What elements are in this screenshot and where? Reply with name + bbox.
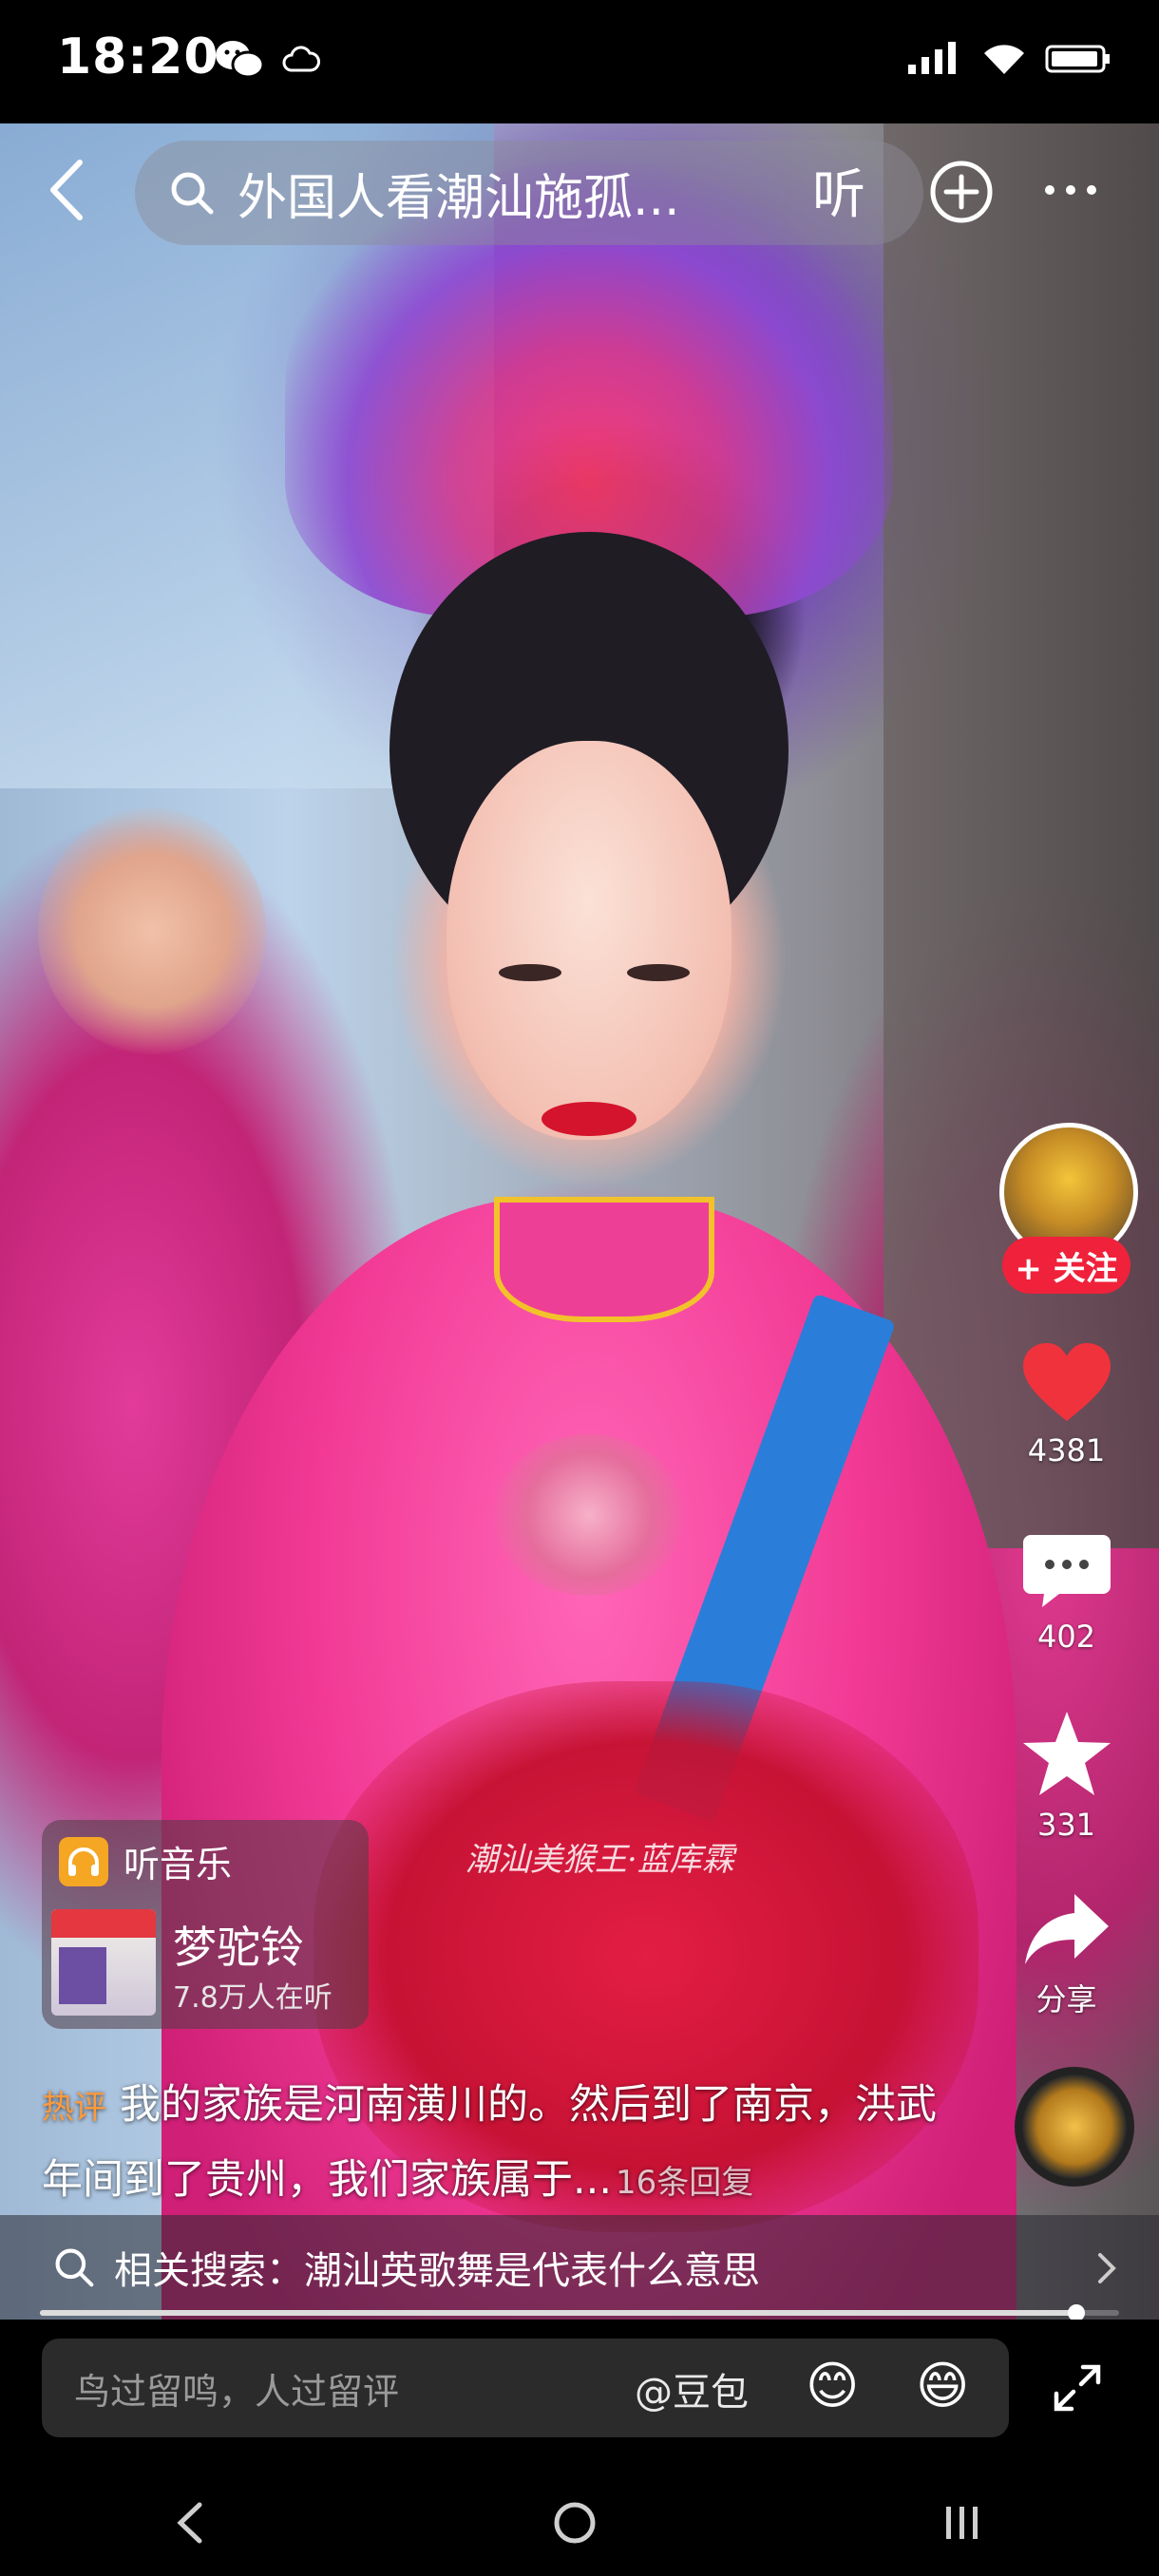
music-card[interactable]: 听音乐 梦驼铃 7.8万人在听 — [42, 1820, 369, 2029]
favorite-count: 331 — [1036, 1807, 1096, 1843]
dot-icon — [1045, 185, 1054, 195]
embroidery — [494, 1434, 684, 1596]
status-time: 18:20 — [57, 28, 219, 85]
video-progress-bar[interactable] — [40, 2304, 1119, 2321]
hot-comment[interactable]: 热评 我的家族是河南潢川的。然后到了南京，洪武年间到了贵州，我们家族属于... 16… — [42, 2069, 954, 2219]
nav-recents-icon[interactable] — [940, 2499, 988, 2547]
comment-placeholder: 鸟过留鸣，人过留评 — [74, 2370, 400, 2413]
search-query: 外国人看潮汕施孤... — [238, 169, 680, 227]
listen-button[interactable]: 听 — [812, 152, 865, 229]
search-bar[interactable]: 外国人看潮汕施孤... — [135, 141, 923, 245]
album-art-figure — [59, 1947, 106, 2004]
signal-icon — [908, 42, 956, 74]
music-listeners: 7.8万人在听 — [173, 1981, 332, 2015]
music-disc-icon[interactable] — [1015, 2067, 1134, 2187]
star-icon — [1022, 1712, 1111, 1795]
battery-icon — [1045, 45, 1110, 73]
nav-home-icon[interactable] — [551, 2499, 598, 2547]
search-icon — [55, 2248, 94, 2287]
chevron-left-icon — [50, 160, 83, 220]
comment-button[interactable]: 402 — [1007, 1531, 1126, 1655]
chevron-right-icon — [1098, 2253, 1116, 2283]
wifi-icon — [984, 45, 1024, 74]
right-eye — [627, 964, 690, 981]
expand-icon[interactable] — [1051, 2361, 1104, 2415]
share-label: 分享 — [1036, 1981, 1097, 2017]
back-button[interactable] — [38, 152, 95, 228]
cloud-icon — [282, 46, 320, 72]
music-card-label: 听音乐 — [124, 1844, 233, 1885]
reply-count[interactable]: 16条回复 — [616, 2164, 753, 2202]
more-options-button[interactable] — [1045, 171, 1121, 209]
like-count: 4381 — [1027, 1432, 1106, 1468]
mention-button[interactable]: @豆包 — [635, 2361, 749, 2416]
wechat-icon — [216, 41, 265, 79]
background-performer — [38, 807, 266, 1054]
music-title: 梦驼铃 — [173, 1922, 304, 1973]
comment-icon — [1022, 1535, 1111, 1607]
album-art-stripe — [51, 1909, 156, 1938]
emoji-smile-button[interactable]: 😊 — [806, 2358, 859, 2415]
add-circle-icon[interactable] — [929, 160, 994, 224]
favorite-button[interactable]: 331 — [1007, 1708, 1126, 1843]
status-bar: 18:20 — [0, 0, 1159, 123]
comment-input[interactable]: 鸟过留鸣，人过留评 — [42, 2339, 1009, 2437]
dot-icon — [1087, 185, 1096, 195]
emoji-laugh-button[interactable]: 😄 — [916, 2358, 969, 2415]
nav-back-icon[interactable] — [171, 2499, 209, 2547]
share-button[interactable]: 分享 — [1007, 1888, 1126, 2019]
status-icons — [214, 38, 320, 82]
like-button[interactable]: 4381 — [1007, 1339, 1126, 1468]
heart-icon — [1022, 1343, 1111, 1421]
system-nav-bar — [0, 2470, 1159, 2576]
hot-comment-tag: 热评 — [42, 2089, 106, 2127]
costume-collar — [494, 1197, 714, 1322]
status-right-icons — [906, 42, 1112, 76]
hot-comment-text: 我的家族是河南潢川的。然后到了南京，洪武年间到了贵州，我们家族属于... — [42, 2081, 937, 2204]
album-cover — [51, 1909, 156, 2016]
follow-button[interactable]: + 关注 — [1002, 1237, 1130, 1294]
lips — [542, 1102, 636, 1136]
share-arrow-icon — [1024, 1894, 1109, 1964]
video-watermark: 潮汕美猴王·蓝库霖 — [466, 1841, 734, 1879]
headphones-icon — [59, 1836, 108, 1886]
search-icon — [171, 172, 214, 215]
comment-count: 402 — [1036, 1619, 1096, 1655]
left-eye — [499, 964, 561, 981]
wall-background — [884, 123, 1159, 1548]
dot-icon — [1066, 185, 1075, 195]
face — [446, 741, 732, 1140]
music-card-header: 听音乐 — [59, 1835, 232, 1887]
progress-fill — [40, 2310, 1076, 2316]
related-search-text: 相关搜索：潮汕英歌舞是代表什么意思 — [114, 2249, 760, 2293]
related-search-bar[interactable]: 相关搜索：潮汕英歌舞是代表什么意思 — [0, 2215, 1159, 2320]
